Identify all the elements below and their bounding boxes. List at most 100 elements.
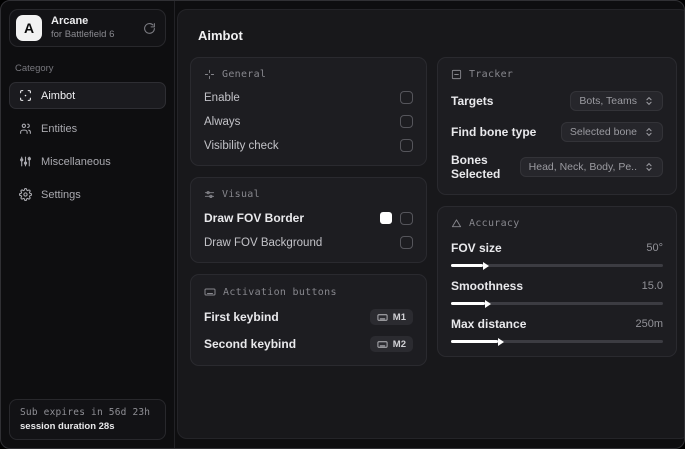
chevrons-up-down-icon bbox=[644, 96, 654, 106]
draw-fov-background-checkbox[interactable] bbox=[400, 236, 413, 249]
setting-label: FOV size bbox=[451, 241, 502, 255]
users-icon bbox=[19, 122, 32, 135]
sidebar-item-miscellaneous[interactable]: Miscellaneous bbox=[9, 148, 166, 175]
content-card: Aimbot General Enable Always Visibility … bbox=[177, 9, 684, 439]
app-subtitle: for Battlefield 6 bbox=[51, 28, 115, 40]
setting-label: Targets bbox=[451, 94, 494, 108]
panel-general: General Enable Always Visibility check bbox=[190, 57, 427, 166]
session-duration-text: session duration 28s bbox=[20, 421, 115, 432]
subscription-card: Sub expires in 56d 23h session duration … bbox=[9, 399, 166, 440]
keyboard-icon bbox=[377, 312, 388, 323]
fov-border-color-swatch[interactable] bbox=[380, 212, 392, 224]
find-bone-type-dropdown[interactable]: Selected bone bbox=[560, 122, 663, 142]
setting-label: Visibility check bbox=[204, 139, 279, 152]
slider-value: 50° bbox=[646, 242, 663, 254]
slider-value: 250m bbox=[635, 318, 663, 330]
setting-label: Enable bbox=[204, 91, 240, 104]
chevrons-up-down-icon bbox=[644, 127, 654, 137]
gear-icon bbox=[19, 188, 32, 201]
app-logo: A bbox=[16, 15, 42, 41]
bones-selected-dropdown[interactable]: Head, Neck, Body, Pe.. bbox=[519, 157, 663, 177]
always-checkbox[interactable] bbox=[400, 115, 413, 128]
setting-row: Max distance 250m bbox=[451, 317, 663, 346]
sliders-icon bbox=[19, 155, 32, 168]
draw-fov-border-checkbox[interactable] bbox=[400, 211, 413, 225]
sidebar-nav: Aimbot Entities Miscellaneous Settings bbox=[9, 82, 166, 208]
first-keybind-button[interactable]: M1 bbox=[369, 309, 413, 325]
main-area: Aimbot General Enable Always Visibility … bbox=[175, 1, 684, 448]
max-distance-slider[interactable] bbox=[451, 337, 663, 346]
setting-label: Always bbox=[204, 115, 241, 128]
panel-title: Tracker bbox=[469, 69, 514, 80]
setting-label: Smoothness bbox=[451, 279, 524, 293]
fov-size-slider[interactable] bbox=[451, 261, 663, 270]
slider-thumb[interactable] bbox=[484, 299, 491, 308]
panel-tracker: Tracker Targets Bots, Teams Find bone ty… bbox=[437, 57, 677, 195]
right-column: Tracker Targets Bots, Teams Find bone ty… bbox=[437, 57, 677, 357]
dropdown-value: Bots, Teams bbox=[579, 95, 637, 107]
sub-expiry-text: Sub expires in 56d 23h bbox=[20, 407, 151, 418]
refresh-icon[interactable] bbox=[143, 22, 156, 35]
panel-title: General bbox=[222, 69, 267, 80]
setting-label: Draw FOV Border bbox=[204, 211, 305, 225]
dropdown-value: Head, Neck, Body, Pe.. bbox=[528, 161, 637, 173]
slider-thumb[interactable] bbox=[482, 261, 489, 270]
panel-title: Visual bbox=[222, 189, 260, 200]
app-name: Arcane bbox=[51, 15, 89, 28]
setting-label: Find bone type bbox=[451, 125, 537, 139]
setting-row: Visibility check bbox=[204, 139, 413, 152]
sliders-horizontal-icon bbox=[204, 189, 215, 200]
sidebar: A Arcane for Battlefield 6 Category Aimb… bbox=[1, 1, 175, 448]
keybind-value: M1 bbox=[392, 311, 406, 323]
panel-title: Accuracy bbox=[469, 218, 520, 229]
scan-icon bbox=[204, 69, 215, 80]
setting-label: Bones Selected bbox=[451, 153, 501, 181]
setting-row: Bones Selected Head, Neck, Body, Pe.. bbox=[451, 153, 663, 181]
page-title: Aimbot bbox=[198, 28, 243, 43]
setting-row: FOV size 50° bbox=[451, 241, 663, 270]
slider-value: 15.0 bbox=[641, 280, 663, 292]
sidebar-item-label: Settings bbox=[41, 188, 81, 201]
setting-row: First keybind M1 bbox=[204, 309, 413, 325]
panel-title: Activation buttons bbox=[223, 286, 337, 298]
setting-row: Always bbox=[204, 115, 413, 128]
enable-checkbox[interactable] bbox=[400, 91, 413, 104]
setting-label: Max distance bbox=[451, 317, 527, 331]
sidebar-item-label: Miscellaneous bbox=[41, 155, 111, 168]
setting-row: Draw FOV Border bbox=[204, 211, 413, 225]
sidebar-item-settings[interactable]: Settings bbox=[9, 181, 166, 208]
sidebar-item-aimbot[interactable]: Aimbot bbox=[9, 82, 166, 109]
crosshair-icon bbox=[19, 89, 32, 102]
visibility-check-checkbox[interactable] bbox=[400, 139, 413, 152]
brand-card: A Arcane for Battlefield 6 bbox=[9, 9, 166, 47]
setting-row: Draw FOV Background bbox=[204, 236, 413, 249]
targets-dropdown[interactable]: Bots, Teams bbox=[570, 91, 663, 111]
setting-row: Second keybind M2 bbox=[204, 336, 413, 352]
sidebar-item-entities[interactable]: Entities bbox=[9, 115, 166, 142]
dropdown-value: Selected bone bbox=[569, 126, 637, 138]
sidebar-item-label: Aimbot bbox=[41, 89, 76, 102]
setting-label: Draw FOV Background bbox=[204, 236, 323, 249]
panel-activation-buttons: Activation buttons First keybind M1 Seco… bbox=[190, 274, 427, 366]
category-label: Category bbox=[15, 63, 54, 74]
panel-accuracy: Accuracy FOV size 50° Smoothness 15.0 Ma… bbox=[437, 206, 677, 357]
setting-label: Second keybind bbox=[204, 337, 297, 351]
keyboard-icon bbox=[204, 286, 216, 298]
chevrons-up-down-icon bbox=[644, 162, 654, 172]
setting-row: Smoothness 15.0 bbox=[451, 279, 663, 308]
panel-visual: Visual Draw FOV Border Draw FOV Backgrou… bbox=[190, 177, 427, 263]
smoothness-slider[interactable] bbox=[451, 299, 663, 308]
second-keybind-button[interactable]: M2 bbox=[369, 336, 413, 352]
sidebar-item-label: Entities bbox=[41, 122, 78, 135]
triangle-icon bbox=[451, 218, 462, 229]
square-minus-icon bbox=[451, 69, 462, 80]
slider-thumb[interactable] bbox=[497, 337, 504, 346]
setting-label: First keybind bbox=[204, 310, 279, 324]
setting-row: Enable bbox=[204, 91, 413, 104]
keyboard-icon bbox=[377, 339, 388, 350]
left-column: General Enable Always Visibility check V… bbox=[190, 57, 427, 366]
setting-row: Find bone type Selected bone bbox=[451, 122, 663, 142]
setting-row: Targets Bots, Teams bbox=[451, 91, 663, 111]
app-window: A Arcane for Battlefield 6 Category Aimb… bbox=[0, 0, 685, 449]
keybind-value: M2 bbox=[392, 338, 406, 350]
